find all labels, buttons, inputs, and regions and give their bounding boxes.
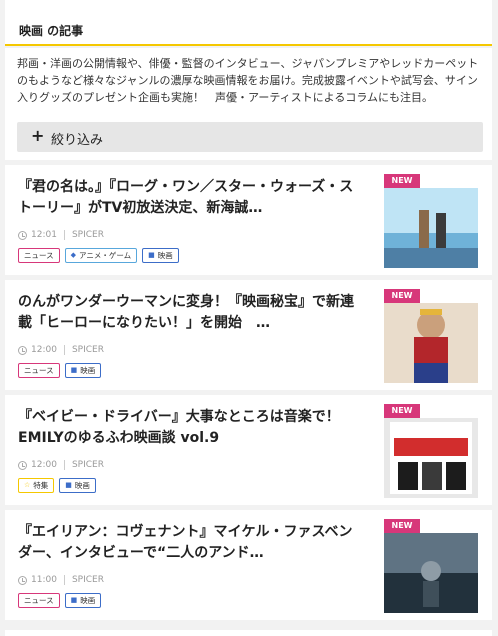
tag-list: ニュース ◆ アニメ・ゲーム ■ 映画: [18, 248, 179, 263]
article-card[interactable]: のんがワンダーウーマンに変身！『映画秘宝』で新連載「ヒーローになりたい！」を開始…: [5, 280, 492, 390]
article-meta: 11:00 SPICER: [18, 573, 104, 587]
article-time: 11:00: [31, 575, 57, 585]
article-source: SPICER: [71, 345, 104, 355]
next-card-edge: [5, 630, 492, 636]
gamepad-icon: ◆: [70, 251, 77, 259]
thumbnail-image: [384, 418, 478, 498]
tag-label: 映画: [80, 596, 96, 605]
divider: [63, 575, 65, 585]
clock-icon: [18, 230, 27, 240]
article-card[interactable]: 『ベイビー・ドライバー』大事なところは音楽で！ EMILYのゆるふわ映画談 vo…: [5, 395, 492, 505]
thumbnail-image: [384, 303, 478, 383]
tag-news[interactable]: ニュース: [18, 363, 60, 378]
tag-movie[interactable]: ■ 映画: [142, 248, 179, 263]
article-title[interactable]: 『君の名は。』『ローグ・ワン／スター・ウォーズ・ストーリー』がTV初放送決定、新…: [18, 177, 358, 219]
tag-movie[interactable]: ■ 映画: [59, 478, 96, 493]
clock-icon: [18, 345, 27, 355]
article-thumbnail[interactable]: NEW: [384, 519, 478, 613]
article-thumbnail[interactable]: NEW: [384, 404, 478, 498]
intro-panel: 邦画・洋画の公開情報や、俳優・監督のインタビュー、ジャパンプレミアやレッドカーペ…: [5, 48, 492, 160]
intro-text: 邦画・洋画の公開情報や、俳優・監督のインタビュー、ジャパンプレミアやレッドカーペ…: [17, 57, 479, 104]
divider: [63, 345, 65, 355]
article-title[interactable]: 『エイリアン：コヴェナント』マイケル・ファスベンダー、インタビューで“二人のアン…: [18, 522, 358, 564]
article-thumbnail[interactable]: NEW: [384, 289, 478, 383]
tag-label: 特集: [33, 481, 49, 490]
article-time: 12:00: [31, 345, 57, 355]
plus-icon: +: [31, 126, 45, 145]
tag-label: ニュース: [24, 366, 54, 375]
article-meta: 12:00 SPICER: [18, 343, 104, 357]
section-title: 映画 の記事: [19, 24, 84, 38]
tag-feature[interactable]: ☆ 特集: [18, 478, 55, 493]
tag-list: ☆ 特集 ■ 映画: [18, 478, 96, 493]
thumbnail-image: [384, 188, 478, 268]
star-icon: ☆: [24, 481, 31, 489]
tag-label: ニュース: [24, 251, 54, 260]
tag-label: 映画: [157, 251, 173, 260]
article-thumbnail[interactable]: NEW: [384, 174, 478, 268]
film-icon: ■: [70, 366, 78, 374]
article-title[interactable]: 『ベイビー・ドライバー』大事なところは音楽で！ EMILYのゆるふわ映画談 vo…: [18, 407, 358, 449]
tag-list: ニュース ■ 映画: [18, 593, 102, 608]
film-icon: ■: [70, 596, 78, 604]
tag-news[interactable]: ニュース: [18, 248, 60, 263]
article-title[interactable]: のんがワンダーウーマンに変身！『映画秘宝』で新連載「ヒーローになりたい！」を開始…: [18, 292, 358, 334]
tag-anime-game[interactable]: ◆ アニメ・ゲーム: [64, 248, 138, 263]
tag-movie[interactable]: ■ 映画: [64, 593, 102, 608]
thumbnail-image: [384, 533, 478, 613]
tag-news[interactable]: ニュース: [18, 593, 60, 608]
article-card[interactable]: 『エイリアン：コヴェナント』マイケル・ファスベンダー、インタビューで“二人のアン…: [5, 510, 492, 620]
divider: [63, 460, 65, 470]
article-source: SPICER: [71, 575, 104, 585]
article-card[interactable]: 『君の名は。』『ローグ・ワン／スター・ウォーズ・ストーリー』がTV初放送決定、新…: [5, 165, 492, 275]
new-badge: NEW: [384, 289, 420, 303]
tag-label: アニメ・ゲーム: [79, 251, 132, 260]
filter-label: 絞り込み: [51, 133, 104, 148]
film-icon: ■: [65, 481, 72, 489]
new-badge: NEW: [384, 404, 420, 418]
divider: [63, 230, 65, 240]
article-meta: 12:01 SPICER: [18, 228, 104, 242]
film-icon: ■: [148, 251, 155, 259]
article-source: SPICER: [71, 460, 104, 470]
clock-icon: [18, 460, 27, 470]
article-source: SPICER: [71, 230, 104, 240]
filter-button[interactable]: + 絞り込み: [17, 122, 483, 152]
tag-movie[interactable]: ■ 映画: [64, 363, 102, 378]
tag-label: 映画: [74, 481, 90, 490]
article-time: 12:01: [31, 230, 57, 240]
section-header: 映画 の記事: [5, 0, 492, 46]
new-badge: NEW: [384, 519, 420, 533]
article-time: 12:00: [31, 460, 57, 470]
movie-articles-page: 映画 の記事 邦画・洋画の公開情報や、俳優・監督のインタビュー、ジャパンプレミア…: [0, 0, 498, 636]
tag-list: ニュース ■ 映画: [18, 363, 102, 378]
tag-label: ニュース: [24, 596, 54, 605]
clock-icon: [18, 575, 27, 585]
article-meta: 12:00 SPICER: [18, 458, 104, 472]
new-badge: NEW: [384, 174, 420, 188]
tag-label: 映画: [80, 366, 96, 375]
